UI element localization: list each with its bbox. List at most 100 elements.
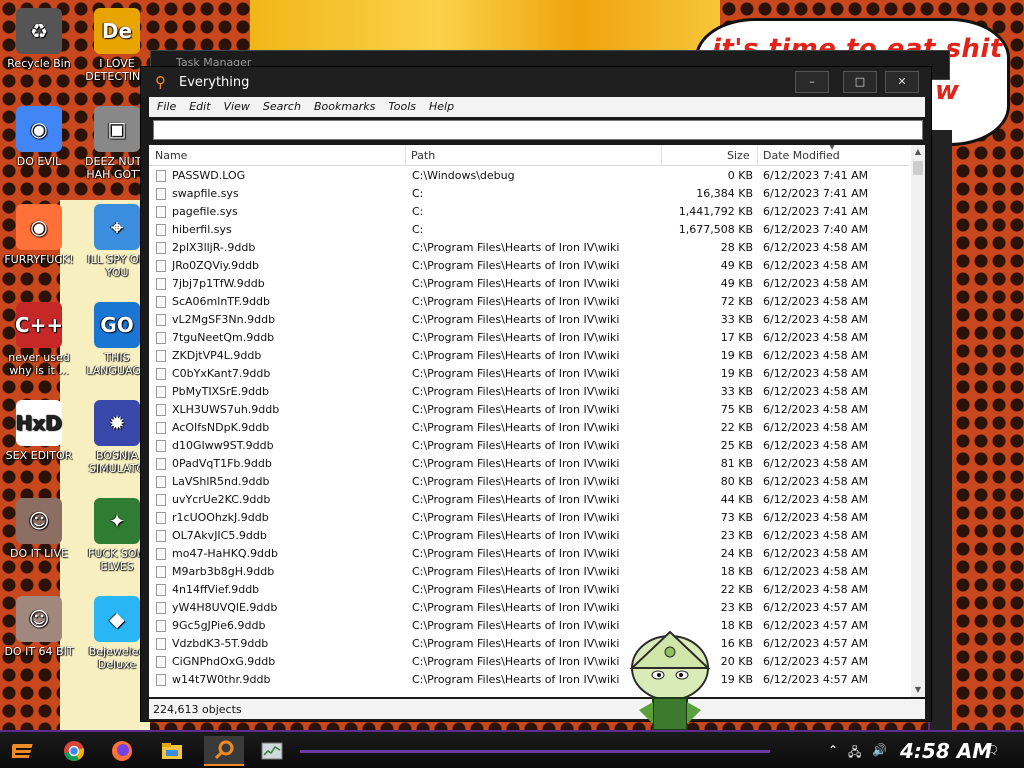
notifications-icon[interactable]: 🗨	[984, 743, 999, 757]
table-row[interactable]: vL2MgSF3Nn.9ddb C:\Program Files\Hearts o…	[149, 311, 909, 329]
vertical-scrollbar[interactable]: ▲ ▼	[911, 145, 925, 697]
table-row[interactable]: 7tguNeetQm.9ddb C:\Program Files\Hearts o…	[149, 329, 909, 347]
scroll-down-icon[interactable]: ▼	[911, 683, 925, 697]
file-name: 7jbj7p1TfW.9ddb	[172, 277, 265, 290]
column-path-header[interactable]: Path	[411, 149, 435, 162]
maximize-button[interactable]: □	[843, 71, 877, 93]
menu-file[interactable]: File	[149, 97, 181, 113]
file-size: 1,677,508 KB	[678, 223, 753, 236]
santa-icon: ✦	[94, 498, 140, 544]
menu-view[interactable]: View	[216, 97, 255, 113]
taskbar-file-explorer[interactable]	[156, 736, 188, 766]
menu-tools[interactable]: Tools	[380, 97, 421, 113]
close-button[interactable]: ✕	[885, 71, 919, 93]
table-row[interactable]: uvYcrUe2KC.9ddb C:\Program Files\Hearts o…	[149, 491, 909, 509]
table-row[interactable]: LaVShlR5nd.9ddb C:\Program Files\Hearts o…	[149, 473, 909, 491]
taskbar-decoration	[300, 750, 770, 753]
desktop-icon-5[interactable]: ◉ FURRYFUCK!	[0, 204, 78, 266]
menu-search[interactable]: Search	[255, 97, 306, 113]
spy-icon: ⌖	[94, 204, 140, 250]
table-row[interactable]: swapfile.sys C: 16,384 KB 6/12/2023 7:41 AM	[149, 185, 909, 203]
table-row[interactable]: r1cUOOhzkJ.9ddb C:\Program Files\Hearts o…	[149, 509, 909, 527]
file-date: 6/12/2023 4:58 AM	[763, 403, 869, 416]
network-icon[interactable]: 🖧	[848, 743, 861, 764]
file-icon	[156, 332, 166, 344]
file-icon	[156, 656, 166, 668]
table-row[interactable]: pagefile.sys C: 1,441,792 KB 6/12/2023 7:41…	[149, 203, 909, 221]
file-date: 6/12/2023 4:58 AM	[763, 583, 869, 596]
gem-icon: ◆	[94, 596, 140, 642]
desktop-icon-7[interactable]: C++ never used why is it ...	[0, 302, 78, 377]
table-row[interactable]: ScA06mlnTF.9ddb C:\Program Files\Hearts o…	[149, 293, 909, 311]
table-row[interactable]: w14t7W0thr.9ddb C:\Program Files\Hearts o…	[149, 671, 909, 689]
table-row[interactable]: 4n14ffVief.9ddb C:\Program Files\Hearts o…	[149, 581, 909, 599]
scroll-up-icon[interactable]: ▲	[911, 145, 925, 159]
table-row[interactable]: mo47-HaHKQ.9ddb C:\Program Files\Hearts o…	[149, 545, 909, 563]
file-date: 6/12/2023 7:41 AM	[763, 187, 869, 200]
file-path: C:\Program Files\Hearts of Iron IV\wiki	[412, 493, 620, 506]
table-row[interactable]: hiberfil.sys C: 1,677,508 KB 6/12/2023 7:40…	[149, 221, 909, 239]
file-path: C:\Program Files\Hearts of Iron IV\wiki	[412, 385, 620, 398]
file-size: 16 KB	[720, 637, 753, 650]
table-row[interactable]: OL7AkvJIC5.9ddb C:\Program Files\Hearts o…	[149, 527, 909, 545]
file-path: C:\Windows\debug	[412, 169, 515, 182]
table-row[interactable]: PbMyTIXSrE.9ddb C:\Program Files\Hearts o…	[149, 383, 909, 401]
desktop-icon-3[interactable]: ◉ DO EVIL	[0, 106, 78, 168]
file-icon	[156, 620, 166, 632]
table-row[interactable]: 7jbj7p1TfW.9ddb C:\Program Files\Hearts o…	[149, 275, 909, 293]
file-path: C:\Program Files\Hearts of Iron IV\wiki	[412, 421, 620, 434]
file-icon	[156, 458, 166, 470]
file-size: 19 KB	[720, 349, 753, 362]
file-size: 49 KB	[720, 259, 753, 272]
minimize-button[interactable]: –	[795, 71, 829, 93]
table-row[interactable]: yW4H8UVQlE.9ddb C:\Program Files\Hearts o…	[149, 599, 909, 617]
taskbar-firefox[interactable]	[106, 736, 138, 766]
file-path: C:\Program Files\Hearts of Iron IV\wiki	[412, 565, 620, 578]
table-row[interactable]: C0bYxKant7.9ddb C:\Program Files\Hearts o…	[149, 365, 909, 383]
desktop-icon-1[interactable]: ♻ Recycle Bin	[0, 8, 78, 70]
file-size: 28 KB	[720, 241, 753, 254]
title-bar[interactable]: ⚲ Everything – □ ✕	[141, 67, 931, 97]
table-row[interactable]: ZKDjtVP4L.9ddb C:\Program Files\Hearts of…	[149, 347, 909, 365]
desktop-icon-9[interactable]: HxD SEX EDITOR	[0, 400, 78, 462]
desktop-icon-11[interactable]: ☺ DO IT LIVE	[0, 498, 78, 560]
scrollbar-thumb[interactable]	[913, 161, 923, 175]
volume-icon[interactable]: 🔊	[872, 743, 887, 757]
menu-help[interactable]: Help	[421, 97, 459, 113]
file-name: 9Gc5gJPie6.9ddb	[172, 619, 266, 632]
table-row[interactable]: 2plX3lljR-.9ddb C:\Program Files\Hearts o…	[149, 239, 909, 257]
file-icon	[156, 206, 166, 218]
go-icon: GO	[94, 302, 140, 348]
table-row[interactable]: PASSWD.LOG C:\Windows\debug 0 KB 6/12/2023 …	[149, 167, 909, 185]
chrome-icon	[64, 741, 85, 761]
table-row[interactable]: AcOIfsNDpK.9ddb C:\Program Files\Hearts o…	[149, 419, 909, 437]
desktop-icon-13[interactable]: ☺ DO IT 64 BIT	[0, 596, 78, 658]
taskbar-task-manager[interactable]	[256, 736, 288, 766]
column-size-header[interactable]: Size	[727, 149, 750, 162]
table-row[interactable]: d10GIww9ST.9ddb C:\Program Files\Hearts o…	[149, 437, 909, 455]
file-size: 19 KB	[720, 673, 753, 686]
table-row[interactable]: VdzbdK3-5T.9ddb C:\Program Files\Hearts o…	[149, 635, 909, 653]
taskbar-clock[interactable]: 4:58 AM	[900, 739, 992, 763]
table-row[interactable]: JRo0ZQViy.9ddb C:\Program Files\Hearts of…	[149, 257, 909, 275]
file-date: 6/12/2023 4:58 AM	[763, 565, 869, 578]
menu-edit[interactable]: Edit	[181, 97, 215, 113]
table-row[interactable]: 9Gc5gJPie6.9ddb C:\Program Files\Hearts o…	[149, 617, 909, 635]
everything-window: ⚲ Everything – □ ✕ File Edit View Search Boo…	[140, 66, 932, 722]
tray-chevron-icon[interactable]: ⌃	[828, 743, 838, 757]
sort-arrow-icon: ▼	[829, 145, 836, 151]
table-row[interactable]: 0PadVqT1Fb.9ddb C:\Program Files\Hearts o…	[149, 455, 909, 473]
table-row[interactable]: CiGNPhdOxG.9ddb C:\Program Files\Hearts o…	[149, 653, 909, 671]
table-row[interactable]: XLH3UWS7uh.9ddb C:\Program Files\Hearts o…	[149, 401, 909, 419]
file-name: XLH3UWS7uh.9ddb	[172, 403, 280, 416]
column-name-header[interactable]: Name	[155, 149, 187, 162]
file-icon	[156, 170, 166, 182]
table-row[interactable]: M9arb3b8gH.9ddb C:\Program Files\Hearts o…	[149, 563, 909, 581]
file-size: 23 KB	[720, 601, 753, 614]
file-date: 6/12/2023 4:58 AM	[763, 457, 869, 470]
taskbar-chrome[interactable]	[58, 736, 90, 766]
taskbar-everything[interactable]	[204, 736, 244, 766]
search-input[interactable]	[153, 120, 923, 140]
menu-bookmarks[interactable]: Bookmarks	[306, 97, 380, 113]
start-button[interactable]	[8, 736, 40, 766]
